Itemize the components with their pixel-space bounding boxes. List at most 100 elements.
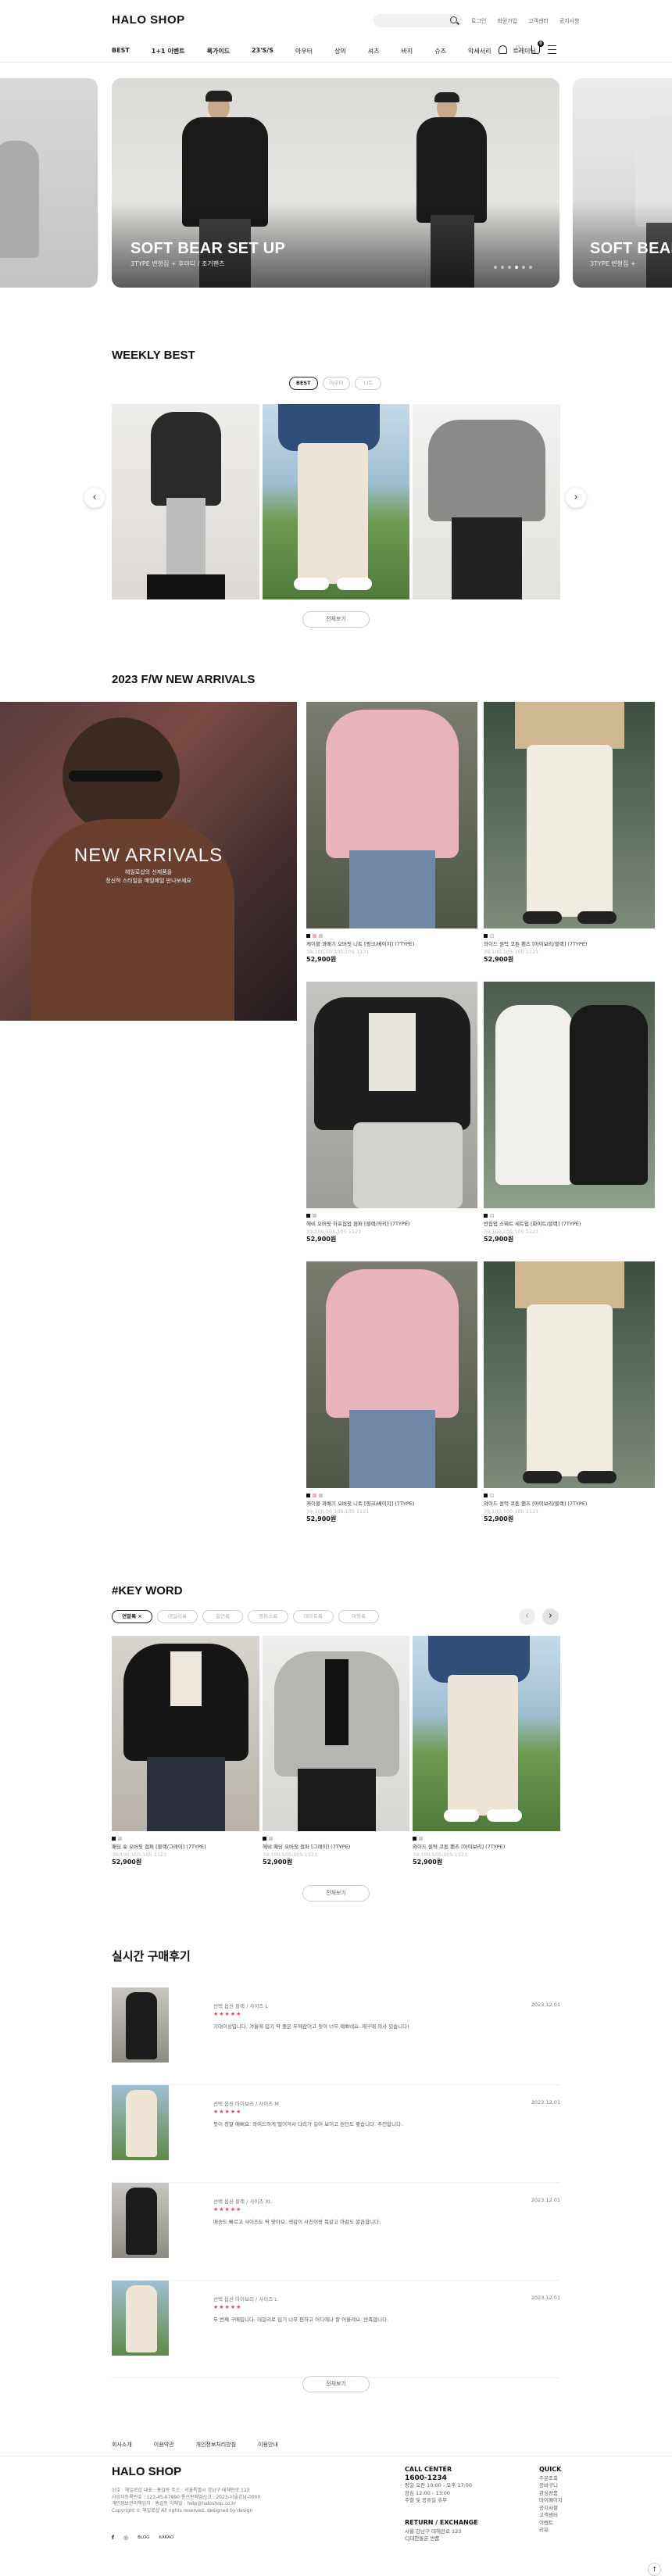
top-link-cs[interactable]: 고객센터: [528, 17, 549, 25]
next-arrow-icon[interactable]: ›: [566, 488, 586, 508]
search-box[interactable]: [374, 14, 463, 27]
footer-logo[interactable]: HALO SHOP: [112, 2465, 181, 2478]
product-image[interactable]: [484, 702, 655, 928]
top-link-join[interactable]: 회원가입: [497, 17, 517, 25]
product-image[interactable]: [484, 1261, 655, 1488]
nav-item[interactable]: 셔츠: [368, 47, 380, 55]
quick-link[interactable]: 관심상품: [539, 2490, 563, 2498]
review-item[interactable]: 선택 옵션 아이보리 / 사이즈 M ★★★★★ 핏이 정말 예뻐요. 와이드하게 …: [112, 2085, 560, 2183]
search-icon[interactable]: [450, 16, 457, 23]
blog-icon[interactable]: BLOG: [138, 2535, 149, 2540]
heart-icon[interactable]: ♡: [515, 45, 524, 54]
product-image[interactable]: [263, 1636, 409, 1831]
nav-item[interactable]: 23'S/S: [252, 47, 273, 55]
product-name[interactable]: 헤비 패딩 오버핏 점퍼 [그레이] (7TYPE): [263, 1843, 409, 1851]
footer-link-privacy[interactable]: 개인정보처리방침: [196, 2441, 237, 2449]
product-image[interactable]: [112, 1636, 259, 1831]
product-name[interactable]: 반집업 스웨트 세트업 [화이트/블랙] (7TYPE): [484, 1220, 652, 1228]
product-name[interactable]: 패딩 숏 오버핏 점퍼 [블랙/그레이] (7TYPE): [112, 1843, 259, 1851]
scroll-top-button[interactable]: ↑: [648, 2563, 661, 2576]
product-image[interactable]: [306, 982, 477, 1208]
instagram-icon[interactable]: ◎: [123, 2535, 128, 2541]
weekly-best-tab[interactable]: BEST: [289, 377, 318, 390]
keyword-next-arrow-icon[interactable]: ›: [542, 1608, 559, 1625]
new-arrivals-banner[interactable]: NEW ARRIVALS 헤일로샵의 신제품을 정신적 스타일을 매일매일 만나…: [0, 702, 297, 1021]
review-text[interactable]: 기대이상입니다. 겨울에 입기 딱 좋은 두께감이고 핏이 너무 예쁘네요. 재…: [213, 2022, 463, 2030]
nav-item[interactable]: 룩가이드: [206, 47, 229, 55]
product-name[interactable]: 와이드 원턱 코튼 팬츠 [아이보리/블랙] (7TYPE): [484, 1500, 652, 1508]
review-thumbnail[interactable]: [112, 2183, 169, 2258]
nav-item[interactable]: 악세서리: [468, 47, 491, 55]
hero-slide-main[interactable]: SOFT BEAR SET UP 3TYPE 변형집 + 후아디 / 조거팬츠: [112, 78, 559, 288]
top-link-login[interactable]: 로그인: [471, 17, 486, 25]
cart-icon[interactable]: 0: [531, 41, 544, 54]
product-name[interactable]: 케이블 꽈배기 오버핏 니트 [핑크/베이지] (7TYPE): [306, 1500, 474, 1508]
reviews-more-button[interactable]: 전체보기: [302, 2376, 370, 2392]
product-image[interactable]: [306, 702, 477, 928]
review-text[interactable]: 두 번째 구매입니다. 데일리로 입기 너무 편하고 어디에나 잘 어울려요. …: [213, 2315, 463, 2323]
review-text[interactable]: 배송도 빠르고 사이즈도 딱 맞아요. 색감이 사진이랑 똑같고 마감도 깔끔합…: [213, 2217, 463, 2225]
review-thumbnail[interactable]: [112, 2085, 169, 2160]
user-icon[interactable]: [499, 45, 507, 54]
product-image[interactable]: [306, 1261, 477, 1488]
product-image[interactable]: [112, 404, 259, 599]
product-image[interactable]: [263, 404, 409, 599]
slide-dot[interactable]: [501, 266, 504, 269]
nav-item[interactable]: 아우터: [295, 47, 313, 55]
top-link-notice[interactable]: 공지사항: [559, 17, 580, 25]
quick-link[interactable]: 장바구니: [539, 2482, 563, 2490]
nav-item[interactable]: 1+1 이벤트: [152, 47, 185, 55]
prev-arrow-icon[interactable]: ‹: [84, 488, 105, 508]
quick-link[interactable]: 마이페이지: [539, 2497, 563, 2505]
quick-link[interactable]: 주문조회: [539, 2475, 563, 2483]
footer-link-company[interactable]: 회사소개: [112, 2441, 132, 2449]
product-image[interactable]: [484, 982, 655, 1208]
kakao-icon[interactable]: KAKAO: [159, 2535, 173, 2540]
review-item[interactable]: 선택 옵션 아이보리 / 사이즈 L ★★★★★ 두 번째 구매입니다. 데일리로 …: [112, 2281, 560, 2378]
keyword-tag[interactable]: 출근룩: [202, 1610, 243, 1623]
slide-dot[interactable]: [522, 266, 525, 269]
keyword-tag[interactable]: 캠퍼스룩: [248, 1610, 288, 1623]
review-item[interactable]: 선택 옵션 블랙 / 사이즈 XL ★★★★★ 배송도 빠르고 사이즈도 딱 맞아요…: [112, 2183, 560, 2281]
nav-item[interactable]: 바지: [402, 47, 413, 55]
slide-dot[interactable]: [515, 266, 518, 269]
quick-link[interactable]: 공지사항: [539, 2505, 563, 2513]
keyword-tag[interactable]: 데일리룩: [157, 1610, 198, 1623]
quick-link[interactable]: 이벤트: [539, 2520, 563, 2528]
hero-slide-prev[interactable]: [0, 78, 98, 288]
product-image[interactable]: [413, 1636, 560, 1831]
weekly-best-tab[interactable]: 아우터: [322, 377, 351, 390]
quick-link[interactable]: 리뷰: [539, 2527, 563, 2535]
quick-link[interactable]: 고객센터: [539, 2512, 563, 2520]
footer-link-terms[interactable]: 이용약관: [154, 2441, 174, 2449]
product-name[interactable]: 와이드 원턱 코튼 팬츠 [아이보리] (7TYPE): [413, 1843, 560, 1851]
review-text[interactable]: 핏이 정말 예뻐요. 와이드하게 떨어져서 다리가 길어 보이고 원단도 좋습니…: [213, 2120, 463, 2127]
product-image[interactable]: [413, 404, 560, 599]
weekly-best-tab[interactable]: 니트: [355, 377, 382, 390]
product-name[interactable]: 와이드 원턱 코튼 팬츠 [아이보리/블랙] (7TYPE): [484, 940, 652, 948]
nav-item[interactable]: 슈즈: [434, 47, 446, 55]
keyword-tag[interactable]: 데이트룩: [293, 1610, 334, 1623]
keyword-tag[interactable]: 여행룩: [338, 1610, 379, 1623]
slide-dot[interactable]: [529, 266, 532, 269]
slide-dot[interactable]: [494, 266, 497, 269]
product-name[interactable]: 케이블 꽈배기 오버핏 니트 [핑크/베이지] (7TYPE): [306, 940, 474, 948]
review-thumbnail[interactable]: [112, 2281, 169, 2356]
facebook-icon[interactable]: f: [112, 2535, 114, 2541]
hero-slide-next[interactable]: SOFT BEAR 3TYPE 변형집 +: [573, 78, 672, 288]
product-name[interactable]: 헤비 오버핏 하프집업 점퍼 [블랙/카키] (7TYPE): [306, 1220, 474, 1228]
review-item[interactable]: 선택 옵션 블랙 / 사이즈 L ★★★★★ 기대이상입니다. 겨울에 입기 딱 좋…: [112, 1987, 560, 2085]
slide-dot[interactable]: [508, 266, 511, 269]
nav-item[interactable]: 상의: [334, 47, 346, 55]
logo[interactable]: HALO SHOP: [112, 13, 185, 27]
keyword-tag[interactable]: 연말룩 ×: [112, 1610, 152, 1623]
keyword-more-button[interactable]: 전체보기: [302, 1885, 370, 1902]
keyword-prev-arrow-icon[interactable]: ‹: [519, 1608, 535, 1625]
nav-item[interactable]: BEST: [112, 47, 130, 55]
footer-link-guide[interactable]: 이용안내: [258, 2441, 278, 2449]
arrivals-banner-sub: 정신적 스타일을 매일매일 만나보세요: [105, 878, 191, 884]
menu-icon[interactable]: [548, 45, 556, 54]
call-center-phone[interactable]: 1600-1234: [405, 2474, 472, 2483]
weekly-best-more-button[interactable]: 전체보기: [302, 611, 370, 628]
review-thumbnail[interactable]: [112, 1987, 169, 2063]
